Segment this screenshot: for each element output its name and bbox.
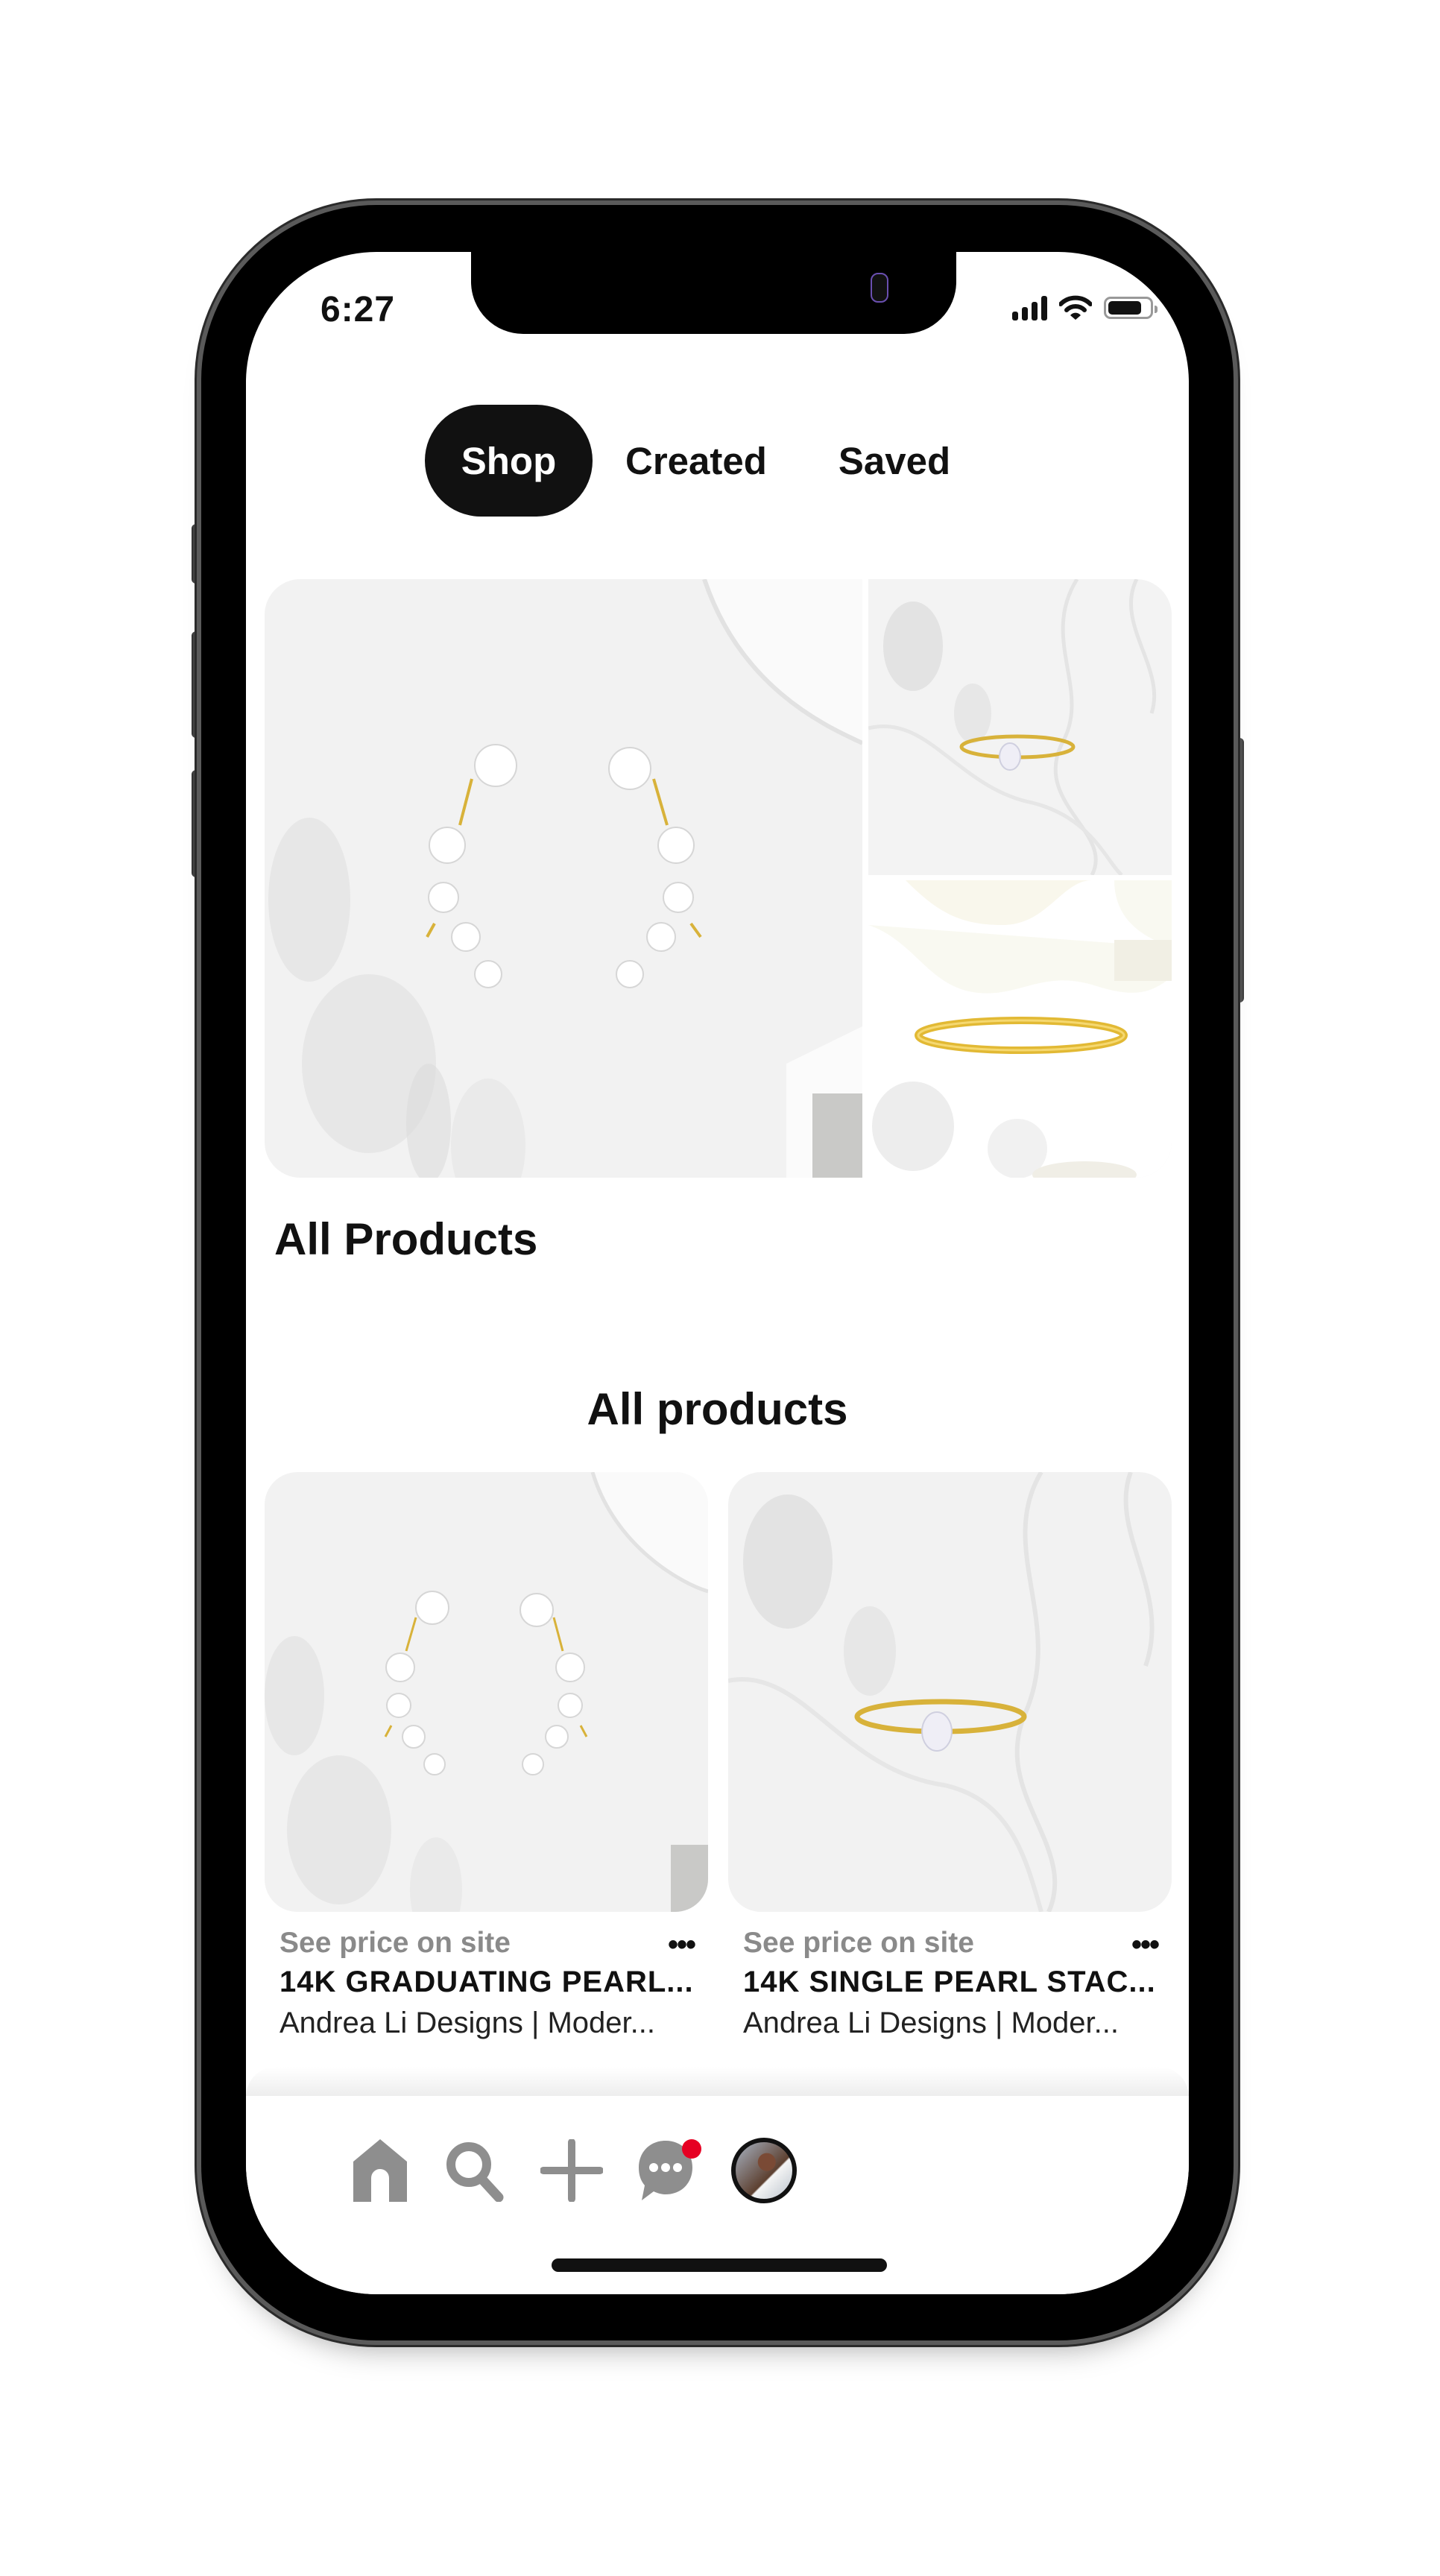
product-title[interactable]: 14K SINGLE PEARL STAC... [743,1966,1172,1999]
nav-create[interactable] [534,2133,609,2208]
nav-home[interactable] [343,2133,417,2208]
search-icon [446,2142,504,2202]
product-card[interactable]: See price on site 14K SINGLE PEARL STAC.… [728,1472,1172,2040]
status-icons [1012,295,1158,321]
product-title[interactable]: 14K GRADUATING PEARL... [280,1966,708,1999]
more-options-icon[interactable]: ••• [1131,1928,1160,1962]
notification-badge [682,2139,701,2159]
nav-shadow [246,2067,1189,2097]
power-button [1234,738,1244,1003]
avatar [731,2138,797,2203]
product-price: See price on site [743,1927,974,1959]
battery-icon [1104,297,1158,319]
home-indicator[interactable] [552,2258,887,2272]
wifi-icon [1059,295,1092,320]
nav-search[interactable] [438,2133,512,2208]
graduating-pearl-earrings-image [265,579,862,1178]
collection-title: All Products [274,1214,538,1264]
product-brand[interactable]: Andrea Li Designs | Moder... [743,2007,1172,2040]
phone-screen: 6:27 Shop Created Saved All Products All… [246,252,1189,2294]
gold-bangle-image [868,880,1172,1178]
nav-profile[interactable] [727,2133,801,2208]
volume-up-button [192,631,202,738]
tab-saved[interactable]: Saved [839,405,950,517]
collection-cover-collage[interactable] [265,579,1172,1178]
tab-shop[interactable]: Shop [425,405,593,517]
profile-tabs: Shop Created Saved [425,405,950,517]
section-heading: All products [587,1384,848,1434]
cellular-signal-icon [1012,295,1047,321]
single-pearl-ring-image [868,579,1172,875]
plus-icon [540,2139,603,2202]
product-card[interactable]: See price on site 14K GRADUATING PEARL..… [265,1472,708,2040]
volume-down-button [192,770,202,877]
more-options-icon[interactable]: ••• [668,1928,696,1962]
product-image[interactable] [728,1472,1172,1912]
product-image[interactable] [265,1472,708,1912]
product-brand[interactable]: Andrea Li Designs | Moder... [280,2007,708,2040]
nav-messages[interactable] [630,2133,704,2208]
camera-icon [871,273,888,303]
product-price: See price on site [280,1927,511,1959]
mute-switch [192,524,202,584]
tab-created[interactable]: Created [625,405,767,517]
notch [471,252,956,334]
status-time: 6:27 [320,290,396,329]
home-icon [353,2139,407,2202]
